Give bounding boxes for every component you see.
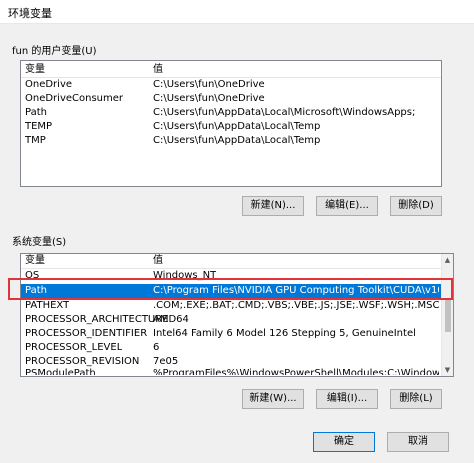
column-header-value[interactable]: 值 [153, 63, 163, 77]
var-name: PROCESSOR_LEVEL [25, 342, 123, 353]
var-value: AMD64 [153, 314, 189, 325]
table-row[interactable]: PROCESSOR_LEVEL 6 [21, 341, 441, 355]
user-edit-button[interactable]: 编辑(E)... [316, 196, 378, 216]
user-vars-group-label: fun 的用户变量(U) [12, 46, 97, 57]
scroll-thumb[interactable] [445, 300, 451, 332]
var-value: C:\Users\fun\AppData\Local\Temp [153, 121, 321, 132]
system-new-button[interactable]: 新建(W)... [242, 389, 304, 409]
var-name: PSModulePath [25, 368, 96, 375]
var-value: C:\Users\fun\OneDrive [153, 79, 265, 90]
highlight-box [8, 278, 453, 300]
scroll-down-arrow-icon[interactable]: ▼ [442, 364, 453, 376]
system-vars-header: 变量 值 [21, 254, 441, 269]
cancel-button[interactable]: 取消 [387, 432, 449, 452]
var-name: PROCESSOR_ARCHITECTURE [25, 314, 169, 325]
column-header-variable[interactable]: 变量 [25, 63, 45, 77]
window-title: 环境变量 [8, 7, 52, 20]
vertical-scrollbar[interactable]: ▲ ▼ [441, 254, 453, 376]
user-new-button[interactable]: 新建(N)... [242, 196, 304, 216]
system-delete-button[interactable]: 删除(L) [390, 389, 442, 409]
ok-button[interactable]: 确定 [313, 432, 375, 452]
table-row[interactable]: PROCESSOR_ARCHITECTURE AMD64 [21, 313, 441, 327]
var-value: C:\Users\fun\OneDrive [153, 93, 265, 104]
var-name: Path [25, 107, 47, 118]
var-name: OneDriveConsumer [25, 93, 124, 104]
table-row[interactable]: TMP C:\Users\fun\AppData\Local\Temp [21, 134, 441, 148]
table-row[interactable]: OneDriveConsumer C:\Users\fun\OneDrive [21, 92, 441, 106]
table-row[interactable]: OneDrive C:\Users\fun\OneDrive [21, 78, 441, 92]
table-row[interactable]: Path C:\Users\fun\AppData\Local\Microsof… [21, 106, 441, 120]
system-vars-group-label: 系统变量(S) [12, 237, 67, 248]
var-name: TMP [25, 135, 46, 146]
var-value: .COM;.EXE;.BAT;.CMD;.VBS;.VBE;.JS;.JSE;.… [153, 300, 439, 311]
column-header-value[interactable]: 值 [153, 254, 163, 268]
var-name: PROCESSOR_IDENTIFIER [25, 328, 148, 339]
var-name: PATHEXT [25, 300, 70, 311]
user-delete-button[interactable]: 删除(D) [390, 196, 442, 216]
var-value: C:\Users\fun\AppData\Local\Temp [153, 135, 321, 146]
var-value: %ProgramFiles%\WindowsPowerShell\Modules… [153, 368, 439, 375]
table-row[interactable]: PSModulePath %ProgramFiles%\WindowsPower… [21, 367, 441, 375]
var-name: TEMP [25, 121, 53, 132]
system-edit-button[interactable]: 编辑(I)... [316, 389, 378, 409]
var-value: Intel64 Family 6 Model 126 Stepping 5, G… [153, 328, 416, 339]
user-vars-header: 变量 值 [21, 63, 441, 78]
var-value: 6 [153, 342, 160, 353]
table-row[interactable]: TEMP C:\Users\fun\AppData\Local\Temp [21, 120, 441, 134]
var-name: OneDrive [25, 79, 73, 90]
table-row[interactable]: PROCESSOR_IDENTIFIER Intel64 Family 6 Mo… [21, 327, 441, 341]
table-row[interactable]: PATHEXT .COM;.EXE;.BAT;.CMD;.VBS;.VBE;.J… [21, 299, 441, 313]
title-bar[interactable]: 环境变量 [0, 0, 474, 24]
scroll-up-arrow-icon[interactable]: ▲ [442, 254, 453, 266]
user-vars-list[interactable]: 变量 值 OneDrive C:\Users\fun\OneDrive OneD… [20, 60, 442, 187]
var-value: C:\Users\fun\AppData\Local\Microsoft\Win… [153, 107, 416, 118]
column-header-variable[interactable]: 变量 [25, 254, 45, 268]
system-vars-list[interactable]: 变量 值 OS Windows_NT Path C:\Program Files… [20, 253, 454, 377]
